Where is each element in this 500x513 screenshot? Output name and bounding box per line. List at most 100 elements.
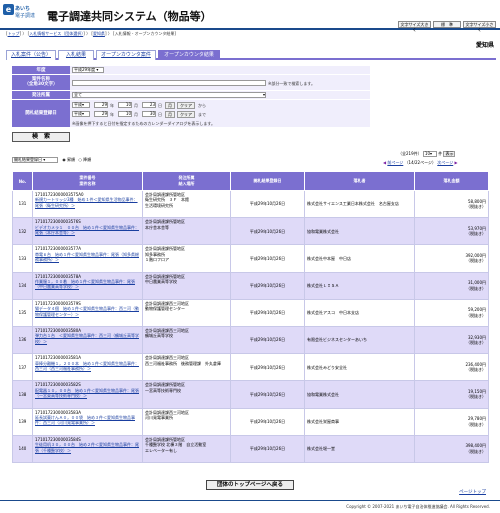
row-no: 137 [12,353,33,382]
amount-tax: （税抜き） [466,285,486,291]
show-button[interactable]: 表示 [443,151,456,157]
to-day-input[interactable]: 30 [142,111,156,117]
table-row[interactable]: 140 17101723000003584S 生徒用机３０，００台 始め２件＜愛知県… [12,434,489,463]
from-year-input[interactable]: 29 [94,102,108,108]
table-row[interactable]: 137 17101723000003581A 車棒分離機１，２００本 始め１件＜愛知… [12,353,489,382]
to-calendar-icon[interactable]: 月 [165,111,175,118]
table-row[interactable]: 134 17101723000003578A 作業服１，００着 始め１件＜愛知県生物… [12,271,489,300]
row-amount: 53,970円 （税抜き） [414,217,489,246]
table-row[interactable]: 135 17101723000003579S 猫データ４個 始め１件＜愛知県生物品事… [12,298,489,327]
tab-bid-result[interactable]: 入札結果 [58,50,94,60]
case-name-link[interactable]: 作業服１，００着 始め１件＜愛知県生物品事件：尾張（中日農業高等学校）＞ [35,279,140,290]
case-name-link[interactable]: 車棒分離機１，２００本 始め１件＜愛知県生物品事件：西三河（西三河福祉事務所）＞ [35,361,140,372]
amount-tax: （税抜き） [466,394,486,400]
row-org: 会計局調達課所管地区 中日農業高等学校 [142,271,231,300]
asc-radio[interactable]: ◉ [62,157,66,162]
case-name-link[interactable]: 生徒用机３０，００台 始め２件＜愛知県生物品事件：尾張（千種聾学校）＞ [35,442,140,453]
from-day-input[interactable]: 23 [142,102,156,108]
case-name-link[interactable]: 延長試薬けんＡ０，００袋 始め３件＜愛知県生物品事件：西三河（河川発電事業所）＞ [35,415,140,426]
prefecture-name: 愛知県 [475,42,494,49]
row-winner: 有限会社ビジネスセンターあいち [304,325,415,355]
table-row[interactable]: 131 17101723000003575A0 新規カートリッジ3種 始め１件＜愛知… [12,189,489,219]
year-label: 年度 [12,66,70,75]
page-top-link[interactable]: ページトップ [459,489,486,495]
table-row[interactable]: 139 17101723000003583A 延長試薬けんＡ０，００袋 始め３件＜愛… [12,407,489,436]
table-row[interactable]: 138 17101723000003582S 配電器１０，００台 始め１件＜愛知県生… [12,380,489,409]
font-standard-button[interactable]: 標 準 [433,21,461,28]
case-name-link[interactable]: 弾力台１台 ＜愛知県生物品事件：西三河（鶴城丘高等学校）＞ [35,333,140,344]
org-select[interactable]: 全て ▾ [72,92,266,98]
amount-tax: （税抜き） [466,312,486,318]
row-winner: 株式会社中本屋 中日店 [304,244,415,273]
case-name-link[interactable]: 配電器１０，００台 始め１件＜愛知県生物品事件：尾張（一宮東高等技術専門校）＞ [35,388,140,399]
tab-bid-notice[interactable]: 入札案件（公告） [6,50,56,60]
from-era-select[interactable]: 平成▾ [72,102,90,108]
amount-tax: （税抜き） [466,448,486,454]
amount-tax: （税抜き） [466,204,486,210]
table-row[interactable]: 133 17101723000003577A 帯電６台 始め１件＜愛知県生物品事件：… [12,244,489,273]
row-case: 17101723000003584S 生徒用机３０，００台 始め２件＜愛知県生物品… [32,434,143,463]
row-case: 17101723000003581A 車棒分離機１，２００本 始め１件＜愛知県生物… [32,353,143,382]
case-name-link[interactable]: 帯電６台 始め１件＜愛知県生物品事件：尾張（知多県総務事務所）＞ [35,252,140,263]
breadcrumb-top[interactable]: トップ [8,31,20,36]
per-page-select[interactable]: 10▾ [422,151,437,157]
breadcrumb-bid-service[interactable]: 入札情報サービス（団体選択） [29,31,83,36]
from-month-input[interactable]: 10 [118,102,132,108]
table-row[interactable]: 132 17101723000003576S ビデオカメラ１ ００台 始め１件＜愛知… [12,217,489,246]
prev-page-link[interactable]: 前ページ [387,160,403,165]
row-org: 会計局調達課西三河地区 鶴城丘高等学校 [142,325,231,355]
amount-tax: （税抜き） [466,421,486,427]
col-winner: 落札者 [304,171,415,191]
from-calendar-icon[interactable]: 月 [165,102,175,109]
case-name-link[interactable]: 新規カートリッジ3種 始め１件＜愛知県生活物品事件：尾張（衛生研究所）＞ [35,197,140,208]
search-button[interactable]: 検 索 [12,132,70,142]
org-row: 全て ▾ [70,91,370,100]
row-date: 平成29年10月26日 [230,353,305,382]
to-era-select[interactable]: 平成▾ [72,111,90,117]
table-row[interactable]: 136 17101723000003580A 弾力台１台 ＜愛知県生物品事件：西三河… [12,325,489,355]
date-label: 開札結果登録日 [12,100,70,128]
to-year-input[interactable]: 29 [94,111,108,117]
next-arrow-icon[interactable]: ▶ [455,160,458,165]
back-to-top-button[interactable]: 団体のトップページへ戻る [206,480,294,490]
sort-controls: 開札結果登録日 ▾ ◉ 昇順 ○ 降順 [12,157,92,163]
row-org: 会計局調達課所管地区 一宮高等技術専門校 [142,380,231,409]
row-date: 平成29年10月26日 [230,325,305,355]
from-clear-button[interactable]: クリア [177,102,195,109]
col-case: 案件番号 案件名称 [32,171,143,191]
breadcrumb-current: 入札情報 - オープンカウンタ結果 [114,31,175,36]
tab-open-counter[interactable]: オープンカウンタ案件 [96,50,156,60]
row-winner: 株式会社ＬＩＳＡ [304,271,415,300]
desc-radio[interactable]: ○ [78,157,82,162]
sort-select[interactable]: 開札結果登録日 ▾ [12,157,58,163]
tab-open-counter-result[interactable]: オープンカウンタ結果 [158,50,220,60]
row-org: 会計局調達課所管地区 知多事務所 １階ロフロア [142,244,231,273]
col-amount: 落札金額 [414,171,489,191]
row-org: 会計局調達課西三河地区 動物保護管理センター [142,298,231,327]
col-org: 発注所属 納入場所 [142,171,231,191]
year-select[interactable]: 平成29年度 ▾ [72,67,104,73]
case-name-link[interactable]: ビデオカメラ１ ００台 始め１件＜愛知県生物品事件：尾張（本庁本舎等）＞ [35,225,140,236]
font-small-button[interactable]: 文字サイズ小さく [463,21,496,32]
row-no: 140 [12,434,33,463]
row-date: 平成29年10月26日 [230,217,305,246]
system-title: 電子調達共同システム（物品等） [47,10,212,23]
font-large-button[interactable]: 文字サイズ大きく [398,21,431,32]
row-winner: 株式会社アスコ 中日本支店 [304,298,415,327]
to-month-input[interactable]: 10 [118,111,132,117]
next-page-link[interactable]: 次ページ [437,160,453,165]
amount-tax: （税抜き） [466,367,486,373]
prev-arrow-icon[interactable]: ◀ [383,160,386,165]
row-amount: 32,930円 （税抜き） [414,325,489,355]
tab-bar: 入札案件（公告） 入札結果 オープンカウンタ案件 オープンカウンタ結果 [6,50,496,60]
logo-mark: e [3,4,14,15]
to-clear-button[interactable]: クリア [177,111,195,118]
site-logo[interactable]: e あいち 電子調達 [3,4,43,26]
breadcrumb-aichi[interactable]: 愛知県 [93,31,105,36]
case-name-input[interactable] [72,80,266,86]
col-date: 開札結果登録日 [230,171,305,191]
case-name-link[interactable]: 猫データ４個 始め１件＜愛知県生物品事件：西三河（動物保護管理センター）＞ [35,306,140,317]
row-org: 会計局調達課所管地区 本庁舎本舎等 [142,217,231,246]
row-date: 平成29年10月26日 [230,244,305,273]
row-amount: 236,400円 （税抜き） [414,353,489,382]
